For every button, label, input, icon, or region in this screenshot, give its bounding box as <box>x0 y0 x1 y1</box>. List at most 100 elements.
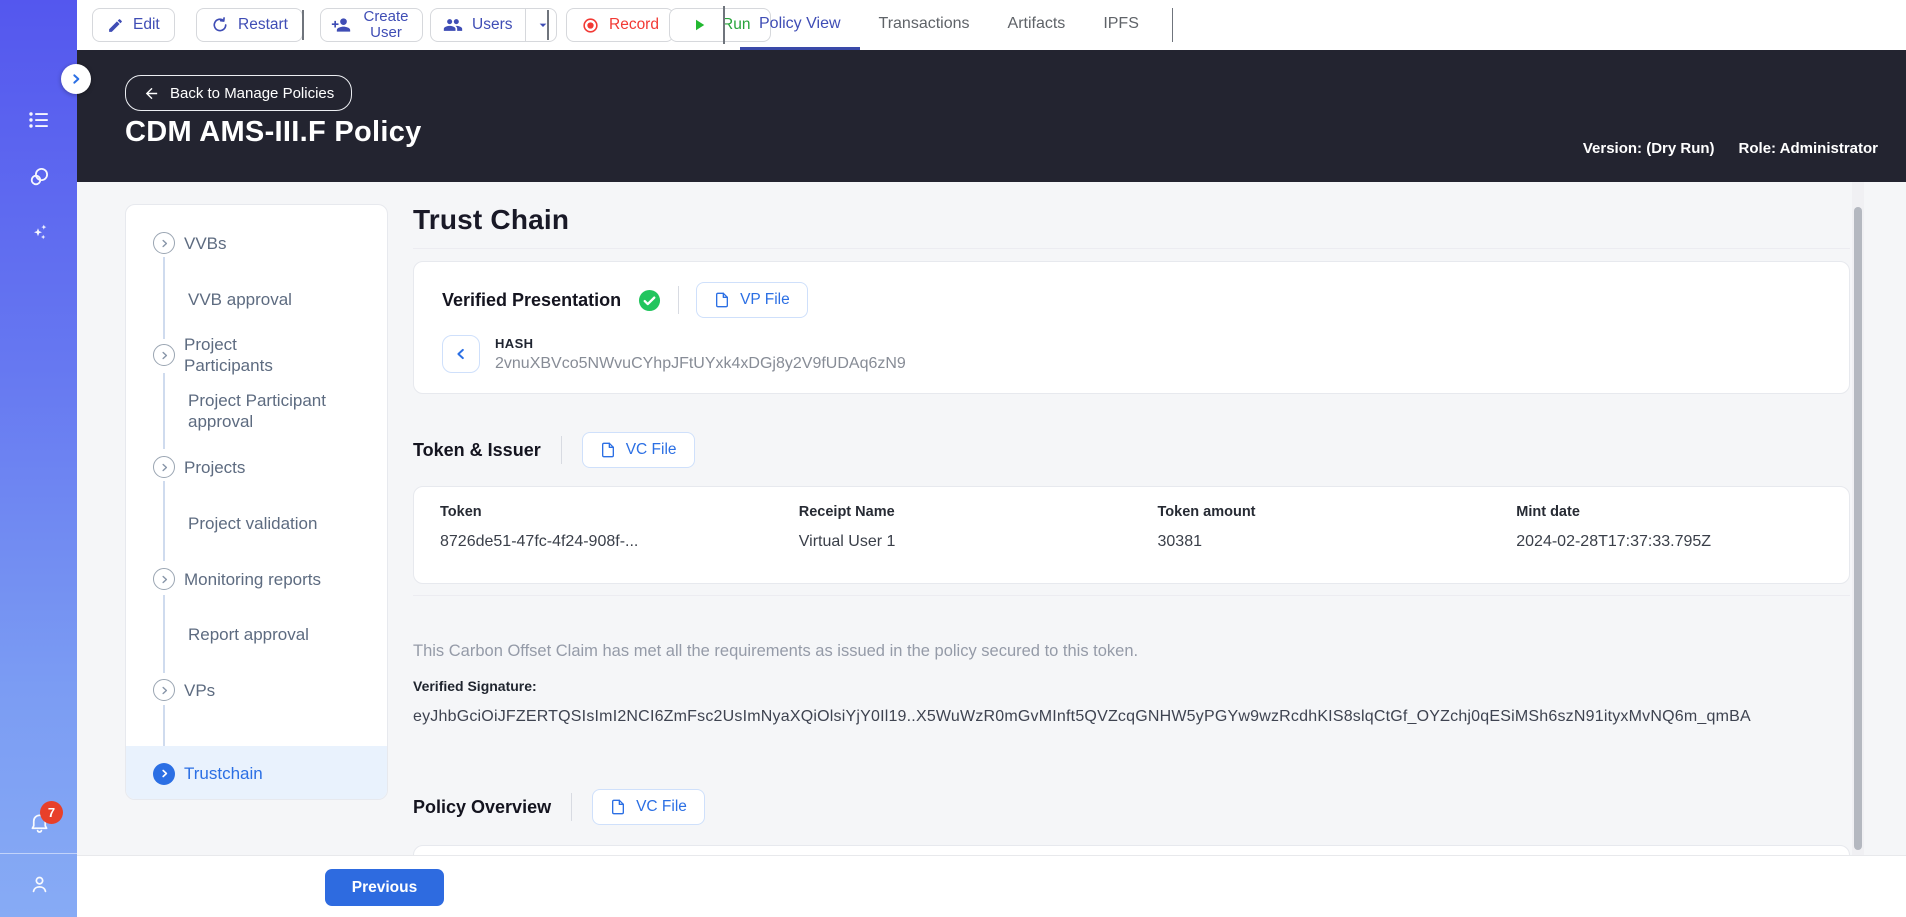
page-title: CDM AMS-III.F Policy <box>125 116 422 148</box>
chevron-right-icon <box>68 71 84 87</box>
section-divider <box>413 595 1850 596</box>
vertical-divider <box>678 286 680 314</box>
restart-icon <box>211 16 229 34</box>
chevron-left-icon <box>452 345 470 363</box>
users-button-label: Users <box>472 16 513 33</box>
cell-token-id: 8726de51-47fc-4f24-908f-... <box>440 533 639 550</box>
column-header: Token amount <box>1157 504 1256 520</box>
person-add-icon <box>331 15 351 35</box>
nav-item-report-approval[interactable]: Report approval <box>126 620 387 648</box>
restart-button-label: Restart <box>238 16 288 33</box>
tab-artifacts[interactable]: Artifacts <box>989 0 1085 50</box>
policy-step-nav: VVBs VVB approval Project Participants P… <box>125 204 388 800</box>
policy-tabs: Policy View Transactions Artifacts IPFS <box>740 0 1174 50</box>
tab-ipfs[interactable]: IPFS <box>1084 0 1158 50</box>
nav-item-vps[interactable]: VPs <box>126 676 387 704</box>
nav-item-projects[interactable]: Projects <box>126 453 387 481</box>
users-button[interactable]: Users <box>430 8 558 42</box>
file-icon <box>610 799 626 815</box>
table-column-receipt-name: Receipt Name Virtual User 1 <box>773 504 1132 583</box>
vp-file-button[interactable]: VP File <box>696 282 808 318</box>
policy-vc-file-button[interactable]: VC File <box>592 789 705 825</box>
token-issuer-title: Token & Issuer <box>413 439 541 460</box>
cell-token-amount: 30381 <box>1157 533 1203 550</box>
nav-connector-line <box>163 705 165 746</box>
vertical-divider <box>571 793 573 821</box>
nav-item-label: Project Participant approval <box>188 391 326 431</box>
hash-prev-button[interactable] <box>442 335 480 373</box>
back-button-label: Back to Manage Policies <box>170 84 335 102</box>
sidebar-divider <box>0 853 77 854</box>
nav-item-label: Report approval <box>188 624 309 644</box>
toolbar-divider <box>1171 8 1174 42</box>
verified-presentation-card: Verified Presentation VP File HASH 2vnuX… <box>413 261 1850 394</box>
cell-mint-date: 2024-02-28T17:37:33.795Z <box>1516 533 1712 550</box>
record-button[interactable]: Record <box>566 8 674 42</box>
token-table: Token 8726de51-47fc-4f24-908f-... Receip… <box>413 486 1850 584</box>
verified-signature-value: eyJhbGciOiJFZERTQSIsImI2NCI6ZmFsc2UsImNy… <box>413 708 1751 725</box>
back-to-manage-policies-button[interactable]: Back to Manage Policies <box>125 75 353 111</box>
nav-item-monitoring-reports[interactable]: Monitoring reports <box>126 565 387 593</box>
trust-chain-heading: Trust Chain <box>413 204 570 235</box>
version-label: Version: (Dry Run) <box>1582 140 1715 157</box>
policy-header: Back to Manage Policies CDM AMS-III.F Po… <box>77 50 1906 182</box>
vc-file-button-label: VC File <box>625 441 677 458</box>
check-circle-icon <box>638 289 661 312</box>
caret-down-icon <box>535 17 551 33</box>
chevron-right-circle-icon <box>153 762 175 785</box>
nav-item-label: Monitoring reports <box>184 569 322 589</box>
nav-item-vvbs[interactable]: VVBs <box>126 229 387 257</box>
toolbar-divider <box>723 6 725 44</box>
create-user-button-label: Create User <box>363 8 409 41</box>
record-icon <box>581 16 600 35</box>
app-sidebar: 7 <box>0 0 77 917</box>
claim-text: This Carbon Offset Claim has met all the… <box>413 642 1139 660</box>
notification-badge: 7 <box>40 801 63 824</box>
hash-label: HASH <box>495 336 534 351</box>
previous-button[interactable]: Previous <box>325 869 444 906</box>
create-user-button[interactable]: Create User <box>320 8 423 42</box>
chevron-right-circle-icon <box>153 344 175 366</box>
edit-button-label: Edit <box>133 16 160 33</box>
role-label: Role: Administrator <box>1738 140 1878 157</box>
nav-item-label: Trustchain <box>184 764 263 783</box>
edit-button[interactable]: Edit <box>92 8 175 42</box>
policy-overview-title: Policy Overview <box>413 796 552 817</box>
nav-item-trustchain[interactable]: Trustchain <box>126 746 387 799</box>
rings-icon[interactable] <box>27 165 51 189</box>
nav-item-label: Project validation <box>188 513 318 533</box>
footer-bar: Previous <box>77 855 1906 917</box>
cell-receipt-name: Virtual User 1 <box>798 533 896 550</box>
nav-item-project-validation[interactable]: Project validation <box>126 509 387 537</box>
sparkles-icon[interactable] <box>27 220 51 244</box>
nav-item-vvb-approval[interactable]: VVB approval <box>126 285 387 313</box>
nav-item-project-participant-approval[interactable]: Project Participant approval <box>126 389 387 433</box>
nav-item-project-participants[interactable]: Project Participants <box>126 333 387 377</box>
nav-item-label: Projects <box>184 457 246 477</box>
file-icon <box>714 292 730 308</box>
column-header: Mint date <box>1516 504 1580 520</box>
token-vc-file-button[interactable]: VC File <box>581 432 695 468</box>
users-icon <box>443 15 463 35</box>
chevron-right-circle-icon <box>153 679 175 701</box>
column-header: Token <box>440 504 482 520</box>
vertical-divider <box>560 436 562 464</box>
chevron-right-circle-icon <box>153 568 175 590</box>
record-button-label: Record <box>609 16 659 33</box>
restart-button[interactable]: Restart <box>196 8 303 42</box>
user-profile-icon[interactable] <box>28 873 52 897</box>
vc-file-button-label: VC File <box>636 798 687 815</box>
table-column-token-amount: Token amount 30381 <box>1132 504 1491 583</box>
arrow-left-icon <box>143 85 160 102</box>
nav-item-label: VPs <box>184 680 216 700</box>
verified-signature-label: Verified Signature: <box>413 678 537 694</box>
table-column-token: Token 8726de51-47fc-4f24-908f-... <box>414 504 773 583</box>
top-toolbar: Edit Restart Create User Users Record Ru… <box>77 0 1906 50</box>
chevron-right-circle-icon <box>153 232 175 254</box>
hash-value: 2vnuXBVco5NWvuCYhpJFtUYxk4xDGj8y2V9fUDAq… <box>495 355 906 372</box>
sidebar-expand-button[interactable] <box>61 64 91 94</box>
list-menu-icon[interactable] <box>27 108 51 132</box>
scrollbar-thumb[interactable] <box>1854 207 1862 850</box>
tab-transactions[interactable]: Transactions <box>860 0 989 50</box>
tab-policy-view[interactable]: Policy View <box>740 0 860 50</box>
